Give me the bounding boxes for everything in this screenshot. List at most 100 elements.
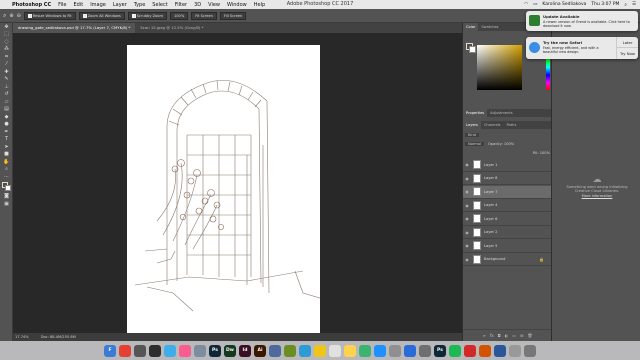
clone-stamp-tool-icon[interactable]: ⊥	[0, 83, 13, 91]
menu-layer[interactable]: Layer	[109, 2, 130, 8]
eyedropper-tool-icon[interactable]: ⁄	[0, 61, 13, 69]
chrome-icon[interactable]	[119, 344, 131, 357]
gradient-tool-icon[interactable]: ▤	[0, 106, 13, 114]
shape-tool-icon[interactable]: ■	[0, 151, 13, 159]
adjustment-icon[interactable]: ◐	[505, 333, 509, 338]
wifi-icon[interactable]: ◠	[524, 2, 528, 7]
visibility-eye-icon[interactable]: ◉	[463, 162, 471, 167]
folder-icon[interactable]: ▭	[512, 333, 516, 338]
illustrator-icon[interactable]: Ai	[254, 344, 266, 357]
calendar-icon[interactable]	[329, 344, 341, 357]
blur-tool-icon[interactable]: ◆	[0, 113, 13, 121]
notes-icon[interactable]	[314, 344, 326, 357]
doc-size[interactable]: Doc: 88.4M/255.8M	[41, 335, 76, 339]
hand-tool-icon[interactable]: ✋	[0, 158, 13, 166]
more-tools-icon[interactable]: ⋯	[0, 173, 13, 181]
color-picker-field[interactable]	[477, 45, 522, 90]
stickies-icon[interactable]	[344, 344, 356, 357]
visibility-eye-icon[interactable]: ◉	[463, 230, 471, 235]
visibility-eye-icon[interactable]: ◉	[463, 216, 471, 221]
trash-icon[interactable]	[524, 344, 536, 357]
messages-icon[interactable]	[359, 344, 371, 357]
eraser-tool-icon[interactable]: ▱	[0, 98, 13, 106]
screen-mode-icon[interactable]: ▣	[0, 200, 13, 208]
trash-icon[interactable]: 🗑	[527, 333, 532, 338]
new-layer-icon[interactable]: ⊞	[520, 333, 523, 338]
menu-help[interactable]: Help	[250, 2, 268, 8]
quick-select-tool-icon[interactable]: ⁂	[0, 46, 13, 54]
tab-paths[interactable]: Paths	[504, 121, 520, 129]
layer-row[interactable]: ◉ Layer 5	[463, 240, 552, 253]
downloads-icon[interactable]	[509, 344, 521, 357]
tab-scan-15[interactable]: Scan 15.jpeg @ 12.5% (Gray/8) *	[135, 23, 208, 33]
search-icon[interactable]: ⌕	[624, 2, 627, 8]
update-notification[interactable]: Update Available A newer version of Oren…	[526, 11, 638, 31]
final-cut-icon[interactable]	[149, 344, 161, 357]
dodge-tool-icon[interactable]: ●	[0, 121, 13, 129]
resize-windows-checkbox[interactable]: Resize Windows to Fit	[23, 11, 76, 20]
user-name[interactable]: Karolina Sedliakova	[542, 2, 586, 7]
tab-properties[interactable]: Properties	[463, 109, 488, 117]
marquee-tool-icon[interactable]: ⬚	[0, 31, 13, 39]
menu-image[interactable]: Image	[87, 2, 110, 8]
color-swatches-icon[interactable]	[0, 181, 13, 193]
facetime-icon[interactable]	[374, 344, 386, 357]
layer-row[interactable]: ◉ Layer 6	[463, 213, 552, 226]
files-icon[interactable]	[194, 344, 206, 357]
history-brush-tool-icon[interactable]: ↺	[0, 91, 13, 99]
tab-drawing-gate[interactable]: drawing_gate_sedliakova.psd @ 17.7% (Lay…	[13, 23, 136, 33]
acrobat-icon[interactable]	[464, 344, 476, 357]
fill-screen-button[interactable]: Fill Screen	[219, 11, 247, 20]
brush-tool-icon[interactable]: ✎	[0, 76, 13, 84]
type-tool-icon[interactable]: T	[0, 136, 13, 144]
zoom-in-icon[interactable]: ⊕	[9, 13, 13, 19]
layer-row[interactable]: ◉ Background 🔒	[463, 254, 552, 266]
layer-row[interactable]: ◉ Layer 8	[463, 173, 552, 185]
notification-center-icon[interactable]: ☰	[632, 2, 636, 7]
battery-icon[interactable]: ▭	[533, 2, 537, 7]
visibility-eye-icon[interactable]: ◉	[463, 203, 471, 208]
tab-adjustments[interactable]: Adjustments	[487, 109, 516, 117]
tab-channels[interactable]: Channels	[481, 121, 504, 129]
safari-icon[interactable]	[164, 344, 176, 357]
fill-field[interactable]: Fill: 100%	[533, 151, 550, 155]
zoom-tool-icon[interactable]: ⌕	[3, 12, 6, 20]
visibility-eye-icon[interactable]: ◉	[463, 176, 471, 181]
photos-icon[interactable]	[269, 344, 281, 357]
later-button[interactable]: Later	[616, 37, 638, 48]
menu-view[interactable]: View	[205, 2, 224, 8]
pen-tool-icon[interactable]: ✒	[0, 128, 13, 136]
menu-window[interactable]: Window	[224, 2, 251, 8]
blend-mode-select[interactable]: Normal	[465, 142, 485, 146]
link-layers-icon[interactable]: ∞	[482, 333, 485, 338]
layer-row[interactable]: ◉ Layer 1	[463, 159, 552, 172]
contacts-icon[interactable]	[389, 344, 401, 357]
zoom-all-windows-checkbox[interactable]: Zoom All Windows	[78, 11, 125, 20]
menu-select[interactable]: Select	[149, 2, 171, 8]
zoom-100-button[interactable]: 100%	[169, 11, 189, 20]
crop-tool-icon[interactable]: ⌗	[0, 53, 13, 61]
document-canvas[interactable]	[127, 45, 324, 333]
background-color-swatch[interactable]	[469, 46, 476, 53]
path-select-tool-icon[interactable]: ➤	[0, 143, 13, 151]
indesign-icon[interactable]: Id	[239, 344, 251, 357]
visibility-eye-icon[interactable]: ◉	[463, 189, 471, 194]
visibility-eye-icon[interactable]: ◉	[463, 257, 471, 262]
dreamweaver-icon[interactable]: Dw	[224, 344, 236, 357]
menu-edit[interactable]: Edit	[70, 2, 87, 8]
tab-layers[interactable]: Layers	[463, 121, 481, 129]
move-tool-icon[interactable]: ✥	[0, 23, 13, 31]
healing-brush-tool-icon[interactable]: ✚	[0, 68, 13, 76]
settings-icon[interactable]	[419, 344, 431, 357]
lasso-tool-icon[interactable]: ◌	[0, 38, 13, 46]
itunes-icon[interactable]	[179, 344, 191, 357]
finder-icon[interactable]: F	[104, 344, 116, 357]
spotify-icon[interactable]	[449, 344, 461, 357]
menu-filter[interactable]: Filter	[171, 2, 190, 8]
menu-type[interactable]: Type	[130, 2, 148, 8]
zoom-level[interactable]: 17.74%	[15, 335, 29, 339]
layer-row[interactable]: ◉ Layer 7	[463, 186, 552, 199]
kind-filter[interactable]: Kind	[465, 133, 479, 137]
fx-icon[interactable]: fx	[490, 333, 494, 338]
clock[interactable]: Thu 3:07 PM	[591, 2, 619, 7]
